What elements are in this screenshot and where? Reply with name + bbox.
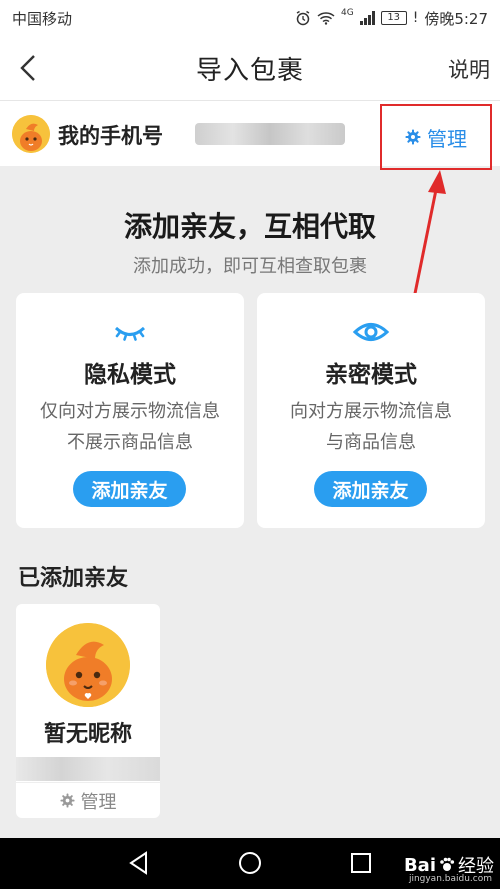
back-triangle-icon[interactable] [126, 850, 152, 876]
card-desc-line: 不展示商品信息 [67, 432, 193, 453]
friend-card[interactable]: 暂无昵称 管理 [16, 604, 160, 818]
status-bar: 中国移动 4G 13 ! 傍晚5:27 [0, 0, 500, 36]
avatar [12, 115, 50, 153]
add-friend-button[interactable]: 添加亲友 [314, 471, 427, 507]
privacy-mode-card: 隐私模式 仅向对方展示物流信息 不展示商品信息 添加亲友 [16, 293, 244, 528]
carrier-name: 中国移动 [12, 9, 73, 28]
card-title: 隐私模式 [84, 362, 176, 388]
card-desc-line: 仅向对方展示物流信息 [40, 401, 220, 422]
blurred-friend-phone [16, 757, 160, 781]
eye-open-icon [352, 323, 390, 341]
watermark-brand: Bai [403, 854, 436, 876]
signal-icon [359, 11, 375, 25]
battery-icon: 13 [380, 11, 407, 25]
manage-label: 管理 [427, 126, 467, 151]
network-type: 4G [340, 7, 354, 18]
card-desc-line: 与商品信息 [326, 432, 416, 453]
manage-button[interactable]: 管理 [380, 104, 492, 170]
headline: 添加亲友，互相代取 [123, 210, 376, 243]
add-friend-button[interactable]: 添加亲友 [73, 471, 186, 507]
intimate-mode-card: 亲密模式 向对方展示物流信息 与商品信息 添加亲友 [257, 293, 485, 528]
blurred-phone-number [195, 123, 345, 145]
mascot-icon [12, 115, 50, 153]
friend-manage-label: 管理 [80, 791, 117, 813]
nav-bar: 导入包裹 说明 [0, 36, 500, 100]
gear-icon [405, 129, 421, 145]
friend-manage-button[interactable]: 管理 [16, 782, 160, 818]
recents-square-icon[interactable] [348, 850, 374, 876]
page-title: 导入包裹 [195, 55, 304, 86]
paw-icon [440, 857, 455, 871]
friend-avatar [46, 623, 130, 707]
card-description: 仅向对方展示物流信息 不展示商品信息 [16, 396, 244, 458]
clock: 傍晚5:27 [424, 9, 488, 28]
gear-icon [59, 793, 75, 808]
card-description: 向对方展示物流信息 与商品信息 [257, 396, 485, 458]
eye-closed-icon [114, 326, 146, 341]
wifi-icon [317, 12, 335, 25]
subheadline: 添加成功，即可互相查取包裹 [133, 256, 367, 277]
status-icons: 4G 13 ! 傍晚5:27 [295, 8, 488, 29]
section-title: 已添加亲友 [18, 566, 129, 591]
mascot-icon [46, 623, 130, 707]
friend-nickname: 暂无昵称 [43, 722, 132, 747]
battery-level: 13 [387, 12, 401, 23]
home-circle-icon[interactable] [237, 850, 263, 876]
back-arrow-icon[interactable] [14, 52, 46, 84]
my-phone-label: 我的手机号 [58, 124, 163, 148]
card-desc-line: 向对方展示物流信息 [290, 401, 452, 422]
help-link[interactable]: 说明 [448, 54, 490, 84]
alert-icon: ! [412, 10, 419, 26]
watermark-url: jingyan.baidu.com [408, 874, 492, 884]
alarm-icon [296, 10, 310, 26]
watermark: Bai 经验 jingyan.baidu.com [403, 852, 494, 885]
system-nav-bar: Bai 经验 jingyan.baidu.com [0, 838, 500, 889]
card-title: 亲密模式 [325, 362, 417, 388]
